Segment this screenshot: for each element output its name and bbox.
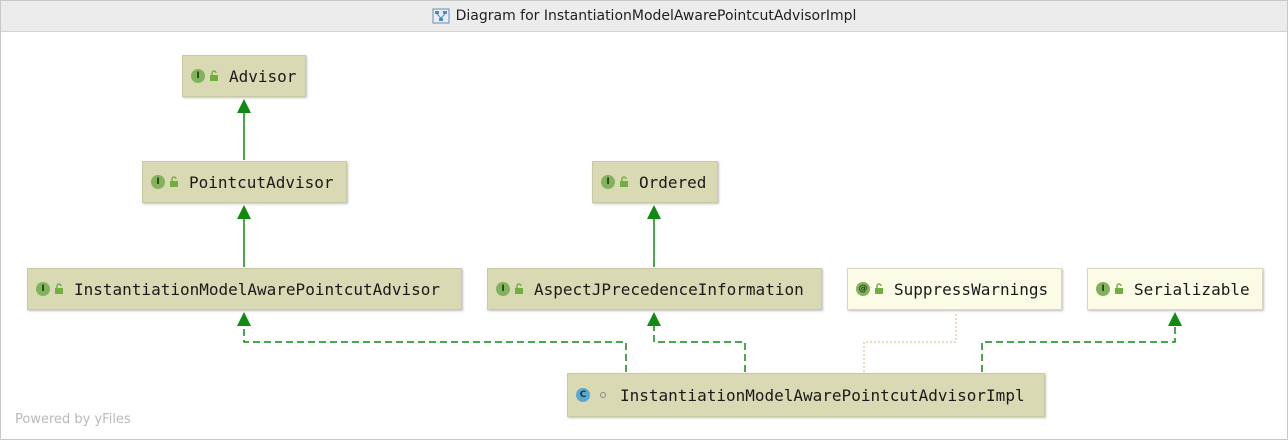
class-icon: C <box>576 388 590 402</box>
edge-impl-instadvisor <box>243 325 627 372</box>
package-visibility-icon <box>600 392 606 398</box>
node-instantiation-model-aware-pointcut-advisor-impl[interactable]: C InstantiationModelAwarePointcutAdvisor… <box>567 373 1045 417</box>
node-label: InstantiationModelAwarePointcutAdvisorIm… <box>620 385 1025 405</box>
node-ordered[interactable]: I Ordered <box>592 161 718 203</box>
window-title: Diagram for InstantiationModelAwarePoint… <box>455 8 857 24</box>
edge-arrow-serializable <box>1168 312 1182 326</box>
edge-arrow-ordered <box>647 205 661 219</box>
diagram-canvas[interactable]: I Advisor I PointcutAdvisor I Ordered I … <box>1 32 1287 439</box>
node-label: InstantiationModelAwarePointcutAdvisor <box>74 279 441 299</box>
interface-icon: I <box>191 69 205 83</box>
node-pointcut-advisor[interactable]: I PointcutAdvisor <box>142 161 347 203</box>
node-label: PointcutAdvisor <box>189 172 334 192</box>
edge-arrow-aspectj <box>647 312 661 326</box>
node-instantiation-model-aware-pointcut-advisor[interactable]: I InstantiationModelAwarePointcutAdvisor <box>27 268 462 310</box>
node-label: Serializable <box>1134 279 1250 299</box>
node-label: SuppressWarnings <box>894 279 1049 299</box>
interface-icon: I <box>36 282 50 296</box>
node-label: AspectJPrecedenceInformation <box>534 279 804 299</box>
annotation-icon: @ <box>856 282 870 296</box>
node-advisor[interactable]: I Advisor <box>182 55 306 97</box>
edge-impl-aspectj <box>653 325 746 372</box>
node-suppress-warnings[interactable]: @ SuppressWarnings <box>847 268 1062 310</box>
edge-arrow-instadvisor <box>237 312 251 326</box>
edge-arrow-advisor <box>237 99 251 113</box>
diagram-window: Diagram for InstantiationModelAwarePoint… <box>0 0 1288 440</box>
interface-icon: I <box>151 175 165 189</box>
edge-impl-suppresswarnings <box>863 312 957 372</box>
interface-icon: I <box>496 282 510 296</box>
node-label: Advisor <box>229 66 297 86</box>
title-bar: Diagram for InstantiationModelAwarePoint… <box>1 1 1287 32</box>
node-serializable[interactable]: I Serializable <box>1087 268 1263 310</box>
public-lock-icon <box>875 283 883 294</box>
interface-icon: I <box>601 175 615 189</box>
public-lock-icon <box>210 70 218 81</box>
node-aspectj-precedence-information[interactable]: I AspectJPrecedenceInformation <box>487 268 822 310</box>
public-lock-icon <box>55 283 63 294</box>
public-lock-icon <box>620 176 628 187</box>
diagram-icon <box>432 8 450 24</box>
public-lock-icon <box>1115 283 1123 294</box>
public-lock-icon <box>170 176 178 187</box>
powered-by-label: Powered by yFiles <box>15 412 131 427</box>
interface-icon: I <box>1096 282 1110 296</box>
node-label: Ordered <box>639 172 707 192</box>
public-lock-icon <box>515 283 523 294</box>
edge-arrow-pointcutadvisor <box>237 205 251 219</box>
edge-impl-serializable <box>981 325 1176 372</box>
